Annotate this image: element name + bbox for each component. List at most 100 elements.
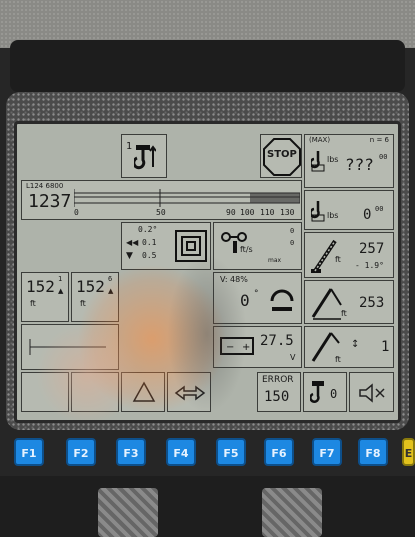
current-load-value: 0	[363, 207, 372, 223]
battery-icon: − +	[220, 337, 254, 355]
current-load-sub: 00	[375, 205, 384, 213]
f4-key[interactable]: F4	[166, 438, 196, 466]
left-length-value: 152	[26, 277, 55, 296]
max-load-unit: lbs	[327, 155, 339, 164]
slew-unit: °	[254, 289, 259, 299]
left-length-cell: 152 1 ▲ ft	[21, 272, 69, 322]
softkey-arrows[interactable]	[167, 372, 211, 412]
left-length-sup: 1	[58, 275, 63, 283]
extension-cell: ft ↕ 1	[304, 326, 394, 368]
left-length-up-icon: ▲	[58, 287, 64, 295]
left-pedal	[98, 488, 158, 537]
f8-key[interactable]: F8	[358, 438, 388, 466]
softkey-2[interactable]	[71, 372, 119, 412]
boom-angle-value: 257	[359, 241, 385, 257]
error-cell[interactable]: ERROR 150	[257, 372, 301, 412]
hook-left-digit: 1	[126, 141, 133, 152]
error-label: ERROR	[262, 375, 294, 385]
battery-cell: − + 27.5 V	[213, 326, 302, 368]
cab-floor	[0, 476, 415, 537]
slew-value: 0	[240, 291, 250, 310]
left-length-unit: ft	[30, 299, 36, 308]
extension-value: 1	[381, 339, 390, 355]
f2-key[interactable]: F2	[66, 438, 96, 466]
tick-50: 50	[156, 208, 166, 217]
right-length-sup: 6	[108, 275, 113, 283]
extension-updown-icon: ↕	[351, 339, 360, 350]
tilt-down-arrow-icon: ▼	[126, 251, 133, 261]
svg-text:+: +	[242, 342, 250, 353]
double-arrow-icon	[174, 385, 206, 401]
current-load-cell: lbs 0 00	[304, 190, 394, 230]
tilt-left-arrow-icon: ◀◀	[126, 238, 139, 247]
boom-angle-sub: - 1.9°	[355, 261, 384, 270]
right-length-value: 152	[76, 277, 105, 296]
tick-130: 130	[280, 208, 295, 217]
stop-cell[interactable]: STOP	[260, 134, 302, 178]
boom-angle-unit: ft	[335, 255, 341, 264]
length-scale-cell: L124 6800 1237 0 50 90 100 110 130	[21, 180, 302, 220]
hook-count-cell[interactable]: 0	[303, 372, 347, 412]
hook-count-value: 0	[330, 387, 338, 401]
lcd-screen: 1 STOP (MAX) n = 6 lbs ??? 00 L124 6800 …	[14, 121, 401, 423]
radius-unit: ft	[341, 309, 347, 318]
boom-angle-cell: ft 257 - 1.9°	[304, 232, 394, 278]
hook-icon	[134, 145, 156, 170]
softkey-mute[interactable]	[349, 372, 394, 412]
f1-key[interactable]: F1	[14, 438, 44, 466]
tilt-mid: 0.1	[142, 238, 157, 247]
radius-value: 253	[359, 295, 385, 311]
slew-label: V: 48%	[220, 275, 248, 284]
f5-key[interactable]: F5	[216, 438, 246, 466]
length-value: 1237	[28, 191, 72, 212]
tick-90: 90	[226, 208, 236, 217]
right-length-cell: 152 6 ▲ ft	[71, 272, 119, 322]
e-key[interactable]: E	[402, 438, 415, 466]
right-pedal	[262, 488, 322, 537]
hook-count-icon	[310, 381, 324, 403]
wind-value-2: 0	[290, 239, 295, 247]
softkey-warning[interactable]	[121, 372, 165, 412]
f3-key[interactable]: F3	[116, 438, 146, 466]
right-length-up-icon: ▲	[108, 287, 114, 295]
max-label: (MAX)	[309, 136, 331, 144]
tick-100: 100	[240, 208, 255, 217]
length-bar-graph	[74, 189, 300, 207]
tilt-cell: 0.2° ◀◀ 0.1 ▼ 0.5	[121, 222, 211, 270]
wind-unit: ft/s	[240, 245, 253, 254]
level-target-icon	[175, 230, 207, 262]
speaker-mute-icon	[359, 383, 385, 403]
tilt-top: 0.2°	[138, 225, 158, 234]
extension-unit: ft	[335, 355, 341, 364]
n-label: n = 6	[369, 136, 389, 144]
stop-label: STOP	[267, 149, 297, 160]
f6-key[interactable]: F6	[264, 438, 294, 466]
max-load-value: ???	[345, 155, 374, 174]
slew-cell: V: 48% 0 °	[213, 272, 302, 324]
tick-110: 110	[260, 208, 275, 217]
tilt-bottom: 0.5	[142, 251, 157, 260]
right-length-unit: ft	[80, 299, 86, 308]
svg-text:−: −	[226, 342, 234, 353]
wind-sub: max	[268, 257, 282, 264]
current-load-hook-icon	[311, 201, 325, 222]
seat-shadow	[10, 40, 405, 92]
hook-indicator-cell[interactable]: 1	[121, 134, 167, 178]
crane-outline-icon	[29, 339, 106, 355]
battery-value: 27.5	[260, 333, 294, 349]
error-code: 150	[264, 389, 290, 405]
current-load-unit: lbs	[327, 211, 339, 220]
slew-rotation-icon	[270, 289, 294, 311]
softkey-1[interactable]	[21, 372, 69, 412]
f7-key[interactable]: F7	[312, 438, 342, 466]
max-load-sub: 00	[379, 153, 388, 161]
load-hook-icon	[311, 151, 325, 172]
max-load-cell: (MAX) n = 6 lbs ??? 00	[304, 134, 394, 188]
wind-value: 0	[290, 227, 295, 235]
length-code: L124 6800	[26, 182, 64, 190]
warning-triangle-icon	[132, 381, 156, 402]
radius-icon	[311, 288, 342, 320]
radius-cell: ft 253	[304, 280, 394, 324]
left-aux-cell	[21, 324, 119, 370]
battery-unit: V	[290, 353, 296, 362]
